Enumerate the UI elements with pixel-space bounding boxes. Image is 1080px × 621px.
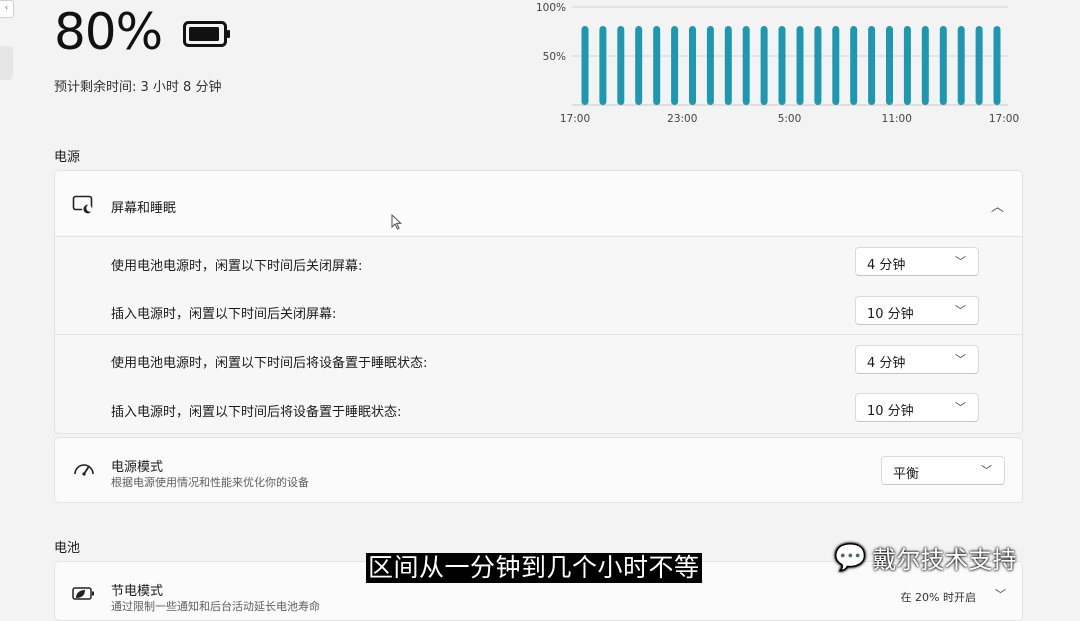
nav-selection-indicator bbox=[0, 46, 13, 80]
battery-saver-desc: 通过限制一些通知和后台活动延长电池寿命 bbox=[111, 600, 320, 613]
chart-bar bbox=[868, 26, 876, 105]
chart-bar bbox=[796, 26, 804, 105]
chart-bar bbox=[760, 26, 768, 105]
chart-bar bbox=[850, 26, 858, 105]
chevron-down-icon: ﹀ bbox=[955, 401, 966, 414]
chevron-down-icon: ﹀ bbox=[981, 464, 992, 477]
watermark-text: 戴尔技术支持 bbox=[872, 546, 1017, 574]
chart-bar bbox=[886, 26, 893, 105]
plugged-screen-off-dropdown[interactable]: 10 分钟 ﹀ bbox=[855, 296, 979, 325]
x-tick-label: 11:00 bbox=[882, 113, 912, 125]
battery-saver-status: 在 20% 时开启 bbox=[900, 591, 976, 604]
chevron-down-icon: ﹀ bbox=[955, 353, 966, 366]
chevron-down-icon: ﹀ bbox=[955, 304, 966, 317]
chart-bar bbox=[635, 26, 643, 105]
chart-bar bbox=[617, 26, 625, 105]
chart-bar bbox=[993, 26, 1001, 105]
chart-bar bbox=[689, 26, 696, 105]
plugged-sleep-dropdown[interactable]: 10 分钟 ﹀ bbox=[855, 393, 979, 422]
chart-bar bbox=[581, 26, 589, 105]
chevron-down-icon[interactable]: ﹀ bbox=[995, 586, 1006, 602]
watermark: 💬 戴尔技术支持 bbox=[834, 540, 1016, 575]
chart-bar bbox=[599, 26, 607, 105]
chart-bar bbox=[921, 26, 929, 105]
y-tick-label: 100% bbox=[536, 2, 566, 14]
chart-bar bbox=[903, 26, 911, 105]
power-mode-dropdown[interactable]: 平衡 ﹀ bbox=[881, 456, 1005, 485]
chevron-up-icon[interactable]: ︿ bbox=[991, 196, 1004, 215]
chart-bar bbox=[724, 26, 732, 105]
chart-bar bbox=[742, 26, 750, 105]
plugged-sleep-label: 插入电源时，闲置以下时间后将设备置于睡眠状态: bbox=[111, 405, 402, 420]
nav-back-button[interactable]: ‹ bbox=[0, 0, 14, 18]
dropdown-value: 4 分钟 bbox=[867, 356, 906, 371]
gauge-icon bbox=[74, 464, 94, 476]
x-tick-label: 23:00 bbox=[667, 113, 697, 125]
dropdown-value: 4 分钟 bbox=[867, 258, 906, 273]
x-tick-label: 5:00 bbox=[778, 113, 802, 125]
mouse-cursor-icon bbox=[391, 214, 403, 230]
chevron-down-icon: ﹀ bbox=[955, 255, 966, 268]
dropdown-value: 10 分钟 bbox=[867, 307, 914, 322]
chart-bar bbox=[706, 26, 714, 105]
section-label-power: 电源 bbox=[54, 150, 81, 165]
battery-screen-off-label: 使用电池电源时，闲置以下时间后关闭屏幕: bbox=[111, 259, 363, 274]
battery-level-chart: 100% 50% 17:00 23:00 5:00 11:00 17:00 bbox=[536, 2, 1019, 125]
divider bbox=[55, 334, 1022, 335]
power-mode-row: 电源模式 根据电源使用情况和性能来优化你的设备 平衡 ﹀ bbox=[54, 437, 1023, 503]
y-tick-label: 50% bbox=[543, 51, 566, 63]
battery-sleep-dropdown[interactable]: 4 分钟 ﹀ bbox=[855, 345, 979, 374]
x-tick-label: 17:00 bbox=[560, 113, 590, 125]
chart-bar bbox=[975, 26, 983, 105]
power-mode-title: 电源模式 bbox=[111, 460, 164, 475]
screen-sleep-expander[interactable]: 屏幕和睡眠 ︿ bbox=[54, 170, 1023, 237]
screen-sleep-settings: 使用电池电源时，闲置以下时间后关闭屏幕: 4 分钟 ﹀ 插入电源时，闲置以下时间… bbox=[54, 237, 1023, 434]
chart-bar bbox=[939, 26, 947, 105]
battery-icon bbox=[183, 21, 230, 47]
chart-bar bbox=[957, 26, 965, 105]
chart-bar bbox=[653, 26, 661, 105]
chart-bar bbox=[814, 26, 822, 105]
section-label-battery: 电池 bbox=[54, 541, 81, 556]
window-left-edge: ‹ bbox=[0, 0, 14, 608]
battery-sleep-label: 使用电池电源时，闲置以下时间后将设备置于睡眠状态: bbox=[111, 356, 428, 371]
battery-saver-title: 节电模式 bbox=[111, 584, 164, 599]
plugged-screen-off-label: 插入电源时，闲置以下时间后关闭屏幕: bbox=[111, 307, 337, 322]
chart-bar bbox=[832, 26, 840, 105]
remaining-time: 预计剩余时间: 3 小时 8 分钟 bbox=[54, 80, 222, 95]
chart-bar bbox=[671, 26, 679, 105]
battery-screen-off-dropdown[interactable]: 4 分钟 ﹀ bbox=[855, 247, 979, 276]
chart-bar bbox=[778, 26, 786, 105]
screen-sleep-icon bbox=[72, 195, 93, 214]
screen-sleep-title: 屏幕和睡眠 bbox=[111, 201, 177, 216]
dropdown-value: 10 分钟 bbox=[867, 404, 914, 419]
dropdown-value: 平衡 bbox=[893, 467, 920, 482]
wechat-icon: 💬 bbox=[834, 542, 867, 573]
x-tick-label: 17:00 bbox=[989, 113, 1019, 125]
battery-percent: 80% bbox=[54, 3, 163, 61]
battery-saver-icon bbox=[72, 587, 94, 600]
power-mode-desc: 根据电源使用情况和性能来优化你的设备 bbox=[111, 476, 309, 489]
video-subtitle: 区间从一分钟到几个小时不等 bbox=[366, 553, 702, 583]
